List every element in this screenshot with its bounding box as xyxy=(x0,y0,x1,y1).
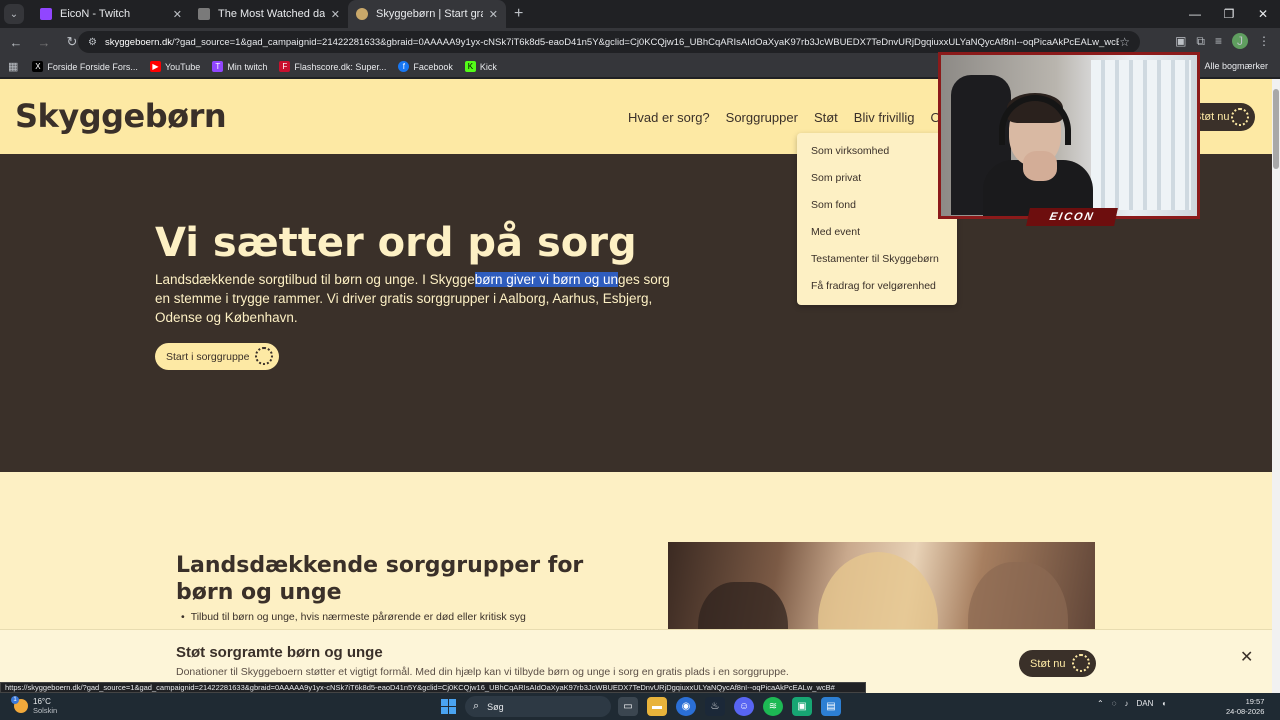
address-bar[interactable]: ⚙ skyggeboern.dk/?gad_source=1&gad_campa… xyxy=(78,31,1140,53)
tab-twitch[interactable]: EicoN - Twitch ✕ xyxy=(32,0,190,28)
x-icon: X xyxy=(32,61,44,72)
forward-icon[interactable]: → xyxy=(32,35,56,50)
section-title: Landsdækkende sorggrupper for børn og un… xyxy=(176,553,584,605)
language-indicator[interactable]: DAN xyxy=(1136,699,1153,708)
screen: ⌄ EicoN - Twitch ✕ The Most Watched dans… xyxy=(0,0,1280,720)
menu-item-som-fond[interactable]: Som fond xyxy=(811,199,856,211)
window-controls: — ❐ ✕ xyxy=(1178,0,1280,28)
tray-chevron-icon[interactable]: ⌃ xyxy=(1097,699,1104,708)
skyggeborn-favicon-icon xyxy=(356,8,368,20)
sun-icon xyxy=(1072,654,1090,672)
menu-item-som-virksomhed[interactable]: Som virksomhed xyxy=(811,145,889,157)
site-info-icon[interactable]: ⚙ xyxy=(88,37,97,48)
kick-icon: K xyxy=(464,61,476,72)
discord-icon[interactable]: ☺ xyxy=(734,697,754,716)
sun-weather-icon: 1 xyxy=(11,696,28,713)
toolbar-actions: ▣ ⧉ ≡ J ⋮ xyxy=(1175,33,1270,49)
back-icon[interactable]: ← xyxy=(4,35,28,50)
hero-title: Vi sætter ord på sorg xyxy=(155,220,637,266)
start-sorggruppe-button[interactable]: Start i sorggruppe xyxy=(155,343,279,370)
tab-most-watched[interactable]: The Most Watched dansk Twitch ✕ xyxy=(190,0,348,28)
donate-button[interactable]: Støt nu xyxy=(1019,650,1096,677)
microphone-icon[interactable]: ♪ xyxy=(1124,699,1128,708)
sun-icon xyxy=(255,347,273,365)
taskbar-apps: ▭ ▬ ◉ ♨ ☺ ≋ ▣ ▤ xyxy=(618,697,841,716)
menu-item-testamenter[interactable]: Testamenter til Skyggebørn xyxy=(811,253,939,265)
spotify-icon[interactable]: ≋ xyxy=(763,697,783,716)
extension-icon[interactable]: ▣ xyxy=(1175,34,1186,48)
volume-icon[interactable]: ◖ xyxy=(1161,699,1166,708)
scrollbar-thumb[interactable] xyxy=(1273,89,1279,169)
app-icon[interactable]: ▣ xyxy=(792,697,812,716)
tab-close-icon[interactable]: ✕ xyxy=(331,8,340,21)
webcam-label: EICON xyxy=(1026,208,1118,226)
file-explorer-icon[interactable]: ▬ xyxy=(647,697,667,716)
tab-skyggeborn[interactable]: Skyggebørn | Start gratis i sorg ✕ xyxy=(348,0,506,28)
browser-tab-bar: ⌄ EicoN - Twitch ✕ The Most Watched dans… xyxy=(0,0,1280,28)
profile-avatar[interactable]: J xyxy=(1232,33,1248,49)
system-tray: ⌃ ◌ ♪ DAN ◖ xyxy=(1097,699,1166,708)
donate-title: Støt sorgramte børn og unge xyxy=(176,644,383,661)
donate-text: Donationer til Skyggeboern støtter et vi… xyxy=(176,666,789,678)
list-item: Tilbud til børn og unge, hvis nærmeste p… xyxy=(181,611,526,623)
bookmark-facebook[interactable]: f Facebook xyxy=(398,61,453,72)
selected-text: børn giver vi børn og un xyxy=(474,272,619,287)
tab-title: The Most Watched dansk Twitch xyxy=(218,8,325,20)
youtube-icon: ▶ xyxy=(149,61,161,72)
main-nav: Hvad er sorg? Sorggrupper Støt Bliv friv… xyxy=(628,110,951,125)
task-view-icon[interactable]: ▭ xyxy=(618,697,638,716)
sun-icon xyxy=(1231,108,1249,126)
minimize-icon[interactable]: — xyxy=(1178,7,1212,21)
new-tab-icon[interactable]: + xyxy=(514,5,523,23)
bookmark-star-icon[interactable]: ☆ xyxy=(1119,35,1130,49)
site-logo[interactable]: Skyggebørn xyxy=(15,97,227,135)
close-icon[interactable]: ✕ xyxy=(1240,647,1253,667)
search-icon: ⌕ xyxy=(473,700,480,712)
clock[interactable]: 19:57 24-08-2026 xyxy=(1226,697,1264,717)
hero-text: Landsdækkende sorgtilbud til børn og ung… xyxy=(155,272,670,325)
nav-item-hvad-er-sorg[interactable]: Hvad er sorg? xyxy=(628,110,710,125)
nav-item-stoet[interactable]: Støt xyxy=(814,110,838,125)
nav-item-bliv-frivillig[interactable]: Bliv frivillig xyxy=(854,110,915,125)
windows-start-icon[interactable] xyxy=(441,699,456,714)
page-scrollbar[interactable] xyxy=(1272,79,1280,693)
bookmark-x[interactable]: X Forside Forside Fors... xyxy=(32,61,138,72)
tab-title: Skyggebørn | Start gratis i sorg xyxy=(376,8,483,20)
steam-icon[interactable]: ♨ xyxy=(705,697,725,716)
close-window-icon[interactable]: ✕ xyxy=(1246,7,1280,21)
twitch-icon: T xyxy=(212,61,224,72)
tab-search-icon[interactable]: ⌄ xyxy=(4,4,24,24)
notepad-icon[interactable]: ▤ xyxy=(821,697,841,716)
url-text: skyggeboern.dk/?gad_source=1&gad_campaig… xyxy=(104,36,1120,48)
page-favicon-icon xyxy=(198,8,210,20)
weather-widget[interactable]: 1 16°C Solskin xyxy=(11,696,57,715)
bookmark-twitch[interactable]: T Min twitch xyxy=(212,61,267,72)
bookmark-youtube[interactable]: ▶ YouTube xyxy=(149,61,200,72)
apps-grid-icon[interactable]: ▦ xyxy=(8,60,18,73)
menu-kebab-icon[interactable]: ⋮ xyxy=(1258,34,1270,48)
all-bookmarks-link[interactable]: Alle bogmærker xyxy=(1204,61,1268,71)
tab-close-icon[interactable]: ✕ xyxy=(489,8,498,21)
extensions-puzzle-icon[interactable]: ⧉ xyxy=(1196,34,1205,49)
nav-item-sorggrupper[interactable]: Sorggrupper xyxy=(726,110,798,125)
menu-item-med-event[interactable]: Med event xyxy=(811,226,860,238)
bookmark-kick[interactable]: K Kick xyxy=(464,61,497,72)
network-icon[interactable]: ◌ xyxy=(1112,699,1117,708)
twitch-favicon-icon xyxy=(40,8,52,20)
webcam-overlay xyxy=(938,52,1200,219)
bookmark-flashscore[interactable]: F Flashscore.dk: Super... xyxy=(279,61,386,72)
stoet-dropdown-menu: Som virksomhed Som privat Som fond Med e… xyxy=(797,133,957,305)
windows-taskbar: 1 16°C Solskin ⌕ Søg ▭ ▬ ◉ ♨ ☺ ≋ ▣ ▤ ⌃ ◌… xyxy=(0,693,1280,720)
flashscore-icon: F xyxy=(279,61,291,72)
link-status-bar: https://skyggeboern.dk/?gad_source=1&gad… xyxy=(0,682,866,693)
tab-close-icon[interactable]: ✕ xyxy=(173,8,182,21)
tab-title: EicoN - Twitch xyxy=(60,8,131,20)
media-icon[interactable]: ≡ xyxy=(1215,34,1222,48)
maximize-icon[interactable]: ❐ xyxy=(1212,7,1246,21)
menu-item-som-privat[interactable]: Som privat xyxy=(811,172,861,184)
taskbar-search[interactable]: ⌕ Søg xyxy=(465,696,611,717)
facebook-icon: f xyxy=(398,61,410,72)
menu-item-faa-fradrag[interactable]: Få fradrag for velgørenhed xyxy=(811,280,936,292)
chrome-icon[interactable]: ◉ xyxy=(676,697,696,716)
